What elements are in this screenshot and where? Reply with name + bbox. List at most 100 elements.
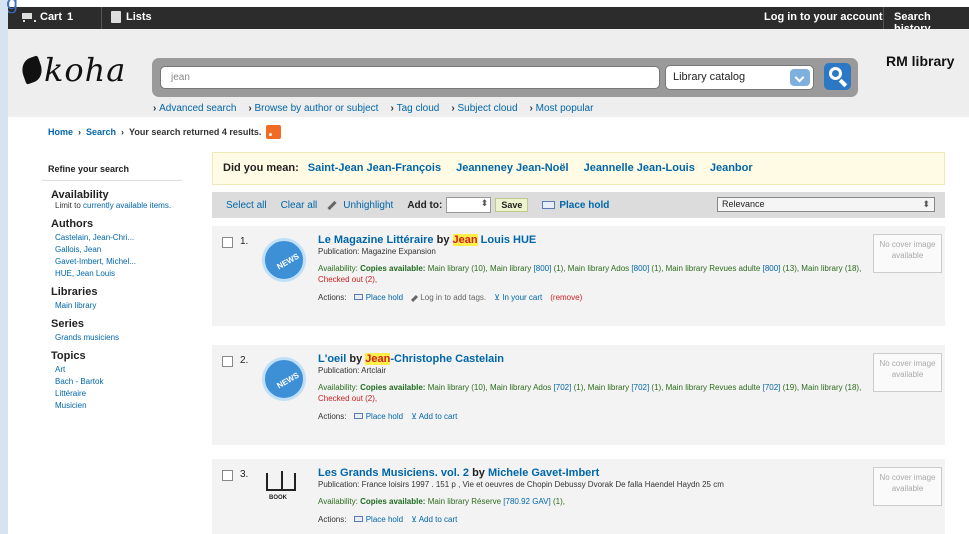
hold-icon (354, 413, 364, 419)
facet-link[interactable]: Bach - Bartok (55, 377, 103, 386)
facet-link[interactable]: Main library (55, 301, 96, 310)
cart-icon: ⊻ (494, 293, 500, 302)
no-cover-placeholder: No cover image available (873, 353, 942, 392)
authors-facet: Castelain, Jean-Chri... Gallois, Jean Ga… (42, 233, 182, 278)
call-number-link[interactable]: [702] (554, 383, 572, 392)
result-title-link[interactable]: Les Grands Musiciens. vol. 2 (318, 467, 469, 479)
result-thumbnail[interactable] (258, 353, 310, 405)
highlighter-icon (327, 200, 337, 210)
search-input[interactable]: jean (160, 66, 660, 89)
call-number-link[interactable]: [702] (631, 383, 649, 392)
unhighlight-link[interactable]: Unhighlight (343, 200, 393, 211)
facet-link[interactable]: Grands musiciens (55, 333, 119, 342)
clear-all-link[interactable]: Clear all (281, 200, 318, 211)
topics-facet: Art Bach - Bartok Littéraire Musicien (42, 365, 182, 410)
result-number: 2. (240, 355, 249, 366)
place-hold-link[interactable]: Place hold (354, 515, 403, 524)
add-to-cart-link[interactable]: ⊻ Add to cart (411, 515, 457, 524)
facet-link[interactable]: Gavet-Imbert, Michel... (55, 257, 136, 266)
call-number-link[interactable]: [800] (534, 264, 552, 273)
checked-out-status: Checked out (2), (318, 275, 378, 284)
did-you-mean-label: Did you mean: (223, 162, 299, 174)
save-button[interactable]: Save (495, 198, 529, 212)
call-number-link[interactable]: [800] (763, 264, 781, 273)
koha-logo[interactable]: koha (18, 51, 126, 89)
suggestion-link[interactable]: Jeanbor (710, 162, 753, 184)
facet-link[interactable]: Littéraire (55, 389, 86, 398)
list-icon (111, 11, 121, 23)
facet-link[interactable]: Gallois, Jean (55, 245, 101, 254)
no-cover-placeholder: No cover image available (873, 234, 942, 273)
add-to-select[interactable] (446, 197, 492, 213)
most-popular-link[interactable]: Most popular (530, 103, 594, 114)
more-searches-nav: Advanced search Browse by author or subj… (153, 103, 593, 114)
in-cart-link[interactable]: ⊻ In your cart (494, 293, 542, 302)
advanced-search-link[interactable]: Advanced search (153, 103, 236, 114)
search-button[interactable] (824, 63, 851, 90)
result-row: 3. BOOK Les Grands Musiciens. vol. 2 by … (212, 459, 945, 534)
breadcrumb-home[interactable]: Home (48, 127, 73, 137)
suggestion-link[interactable]: Saint-Jean Jean-François (308, 162, 441, 184)
result-title-link[interactable]: L'oeil (318, 353, 346, 365)
facet-link[interactable]: Musicien (55, 401, 87, 410)
result-thumbnail[interactable] (258, 234, 310, 286)
call-number-link[interactable]: [780.92 GAV] (503, 497, 550, 506)
hold-icon (354, 516, 364, 522)
call-number-link[interactable]: [702] (763, 383, 781, 392)
chevron-down-icon[interactable] (790, 69, 810, 86)
breadcrumb: Home › Search › Your search returned 4 r… (48, 125, 282, 139)
cart-button[interactable]: Cart 1 (21, 11, 73, 23)
place-hold-button[interactable]: Place hold (542, 200, 609, 211)
cart-icon: ⊻ (411, 515, 417, 524)
breadcrumb-search[interactable]: Search (86, 127, 116, 137)
sort-select[interactable]: Relevance (717, 197, 935, 212)
result-checkbox[interactable] (222, 470, 233, 481)
tag-cloud-link[interactable]: Tag cloud (390, 103, 440, 114)
cart-icon (21, 12, 36, 22)
browse-link[interactable]: Browse by author or subject (248, 103, 379, 114)
cart-label: Cart (40, 11, 63, 23)
catalog-select[interactable]: Library catalog (665, 65, 814, 90)
add-to-cart-link[interactable]: ⊻ Add to cart (411, 412, 457, 421)
select-all-link[interactable]: Select all (226, 200, 267, 211)
facet-link[interactable]: Art (55, 365, 65, 374)
publication-info: Publication: Magazine Expansion (318, 247, 436, 256)
results-toolbar: Select all Clear all Unhighlight Add to:… (212, 192, 945, 218)
results-summary: Your search returned 4 results. (129, 127, 262, 137)
publication-info: Publication: France loisirs 1997 . 151 p… (318, 480, 724, 489)
place-hold-link[interactable]: Place hold (354, 412, 403, 421)
book-label: BOOK (269, 495, 287, 501)
remove-from-cart-link[interactable]: (remove) (550, 293, 582, 302)
did-you-mean-box: Did you mean: Saint-Jean Jean-François J… (212, 152, 945, 185)
login-link[interactable]: Log in to your account (764, 11, 883, 23)
result-thumbnail[interactable]: BOOK (258, 467, 310, 519)
result-actions: Actions: Place hold Log in to add tags. … (318, 293, 583, 303)
call-number-link[interactable]: [800] (631, 264, 649, 273)
rss-icon[interactable] (266, 125, 282, 139)
library-name: RM library (886, 53, 955, 69)
news-icon (262, 238, 306, 282)
cart-icon: ⊻ (411, 412, 417, 421)
result-title-link[interactable]: Le Magazine Littéraire (318, 234, 434, 246)
top-navbar: Cart 1 Lists Log in to your account Sear… (8, 7, 969, 35)
leaf-icon (18, 55, 46, 85)
result-author-link[interactable]: Jean Louis HUE (452, 234, 536, 246)
place-hold-link[interactable]: Place hold (354, 293, 403, 302)
facet-link[interactable]: Castelain, Jean-Chri... (55, 233, 134, 242)
result-row: 2. L'oeil by Jean-Christophe Castelain P… (212, 345, 945, 445)
result-row: 1. Le Magazine Littéraire by Jean Louis … (212, 226, 945, 326)
refine-sidebar: Refine your search Availability Limit to… (42, 157, 182, 410)
suggestion-link[interactable]: Jeanneney Jean-Noël (456, 162, 569, 184)
result-author-link[interactable]: Jean-Christophe Castelain (365, 353, 504, 365)
suggestion-link[interactable]: Jeannelle Jean-Louis (584, 162, 695, 184)
result-checkbox[interactable] (222, 356, 233, 367)
available-items-link[interactable]: currently available items. (83, 201, 171, 210)
result-checkbox[interactable] (222, 237, 233, 248)
facet-heading-availability: Availability (51, 189, 109, 201)
facet-link[interactable]: HUE, Jean Louis (55, 269, 115, 278)
subject-cloud-link[interactable]: Subject cloud (451, 103, 517, 114)
result-author-link[interactable]: Michele Gavet-Imbert (488, 467, 599, 479)
cart-count: 1 (67, 11, 74, 23)
add-to-label: Add to: (407, 199, 443, 211)
lists-button[interactable]: Lists (111, 11, 152, 23)
